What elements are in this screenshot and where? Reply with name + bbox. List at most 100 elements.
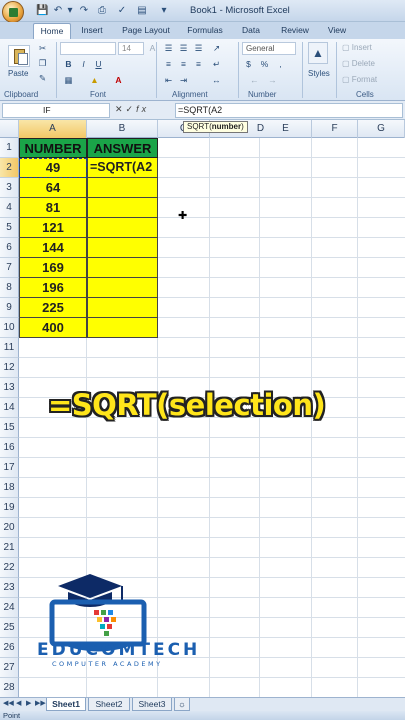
font-size-box[interactable]: 14	[118, 42, 144, 55]
align-right-icon[interactable]: ≡	[192, 58, 205, 70]
align-left-icon[interactable]: ≡	[162, 58, 175, 70]
row-header[interactable]: 1	[0, 138, 19, 158]
insert-cells-button[interactable]: ▢ Insert	[342, 43, 372, 52]
merge-center-icon[interactable]: ↔	[210, 74, 223, 86]
decrease-decimal-icon[interactable]: →	[266, 74, 279, 86]
row-header[interactable]: 4	[0, 198, 19, 218]
row-header[interactable]: 18	[0, 478, 19, 498]
bold-icon[interactable]: B	[62, 58, 75, 70]
next-sheet-icon[interactable]: ▶	[26, 699, 31, 707]
row-header[interactable]: 14	[0, 398, 19, 418]
first-sheet-icon[interactable]: ◀◀	[3, 699, 14, 707]
italic-icon[interactable]: I	[77, 58, 90, 70]
formula-input[interactable]: =SQRT(A2	[175, 103, 403, 118]
spelling-icon[interactable]: ✓	[116, 5, 128, 17]
percent-icon[interactable]: %	[258, 58, 271, 70]
column-header-e[interactable]: E	[260, 120, 312, 138]
insert-sheet-icon[interactable]: ☼	[174, 698, 190, 711]
align-middle-icon[interactable]: ☰	[177, 42, 190, 54]
row-header[interactable]: 28	[0, 678, 19, 698]
row-header[interactable]: 13	[0, 378, 19, 398]
row-header[interactable]: 8	[0, 278, 19, 298]
orientation-icon[interactable]: ↗	[210, 42, 223, 54]
row-header[interactable]: 7	[0, 258, 19, 278]
format-cells-button[interactable]: ▢ Format	[342, 75, 377, 84]
tab-insert[interactable]: Insert	[74, 23, 110, 39]
cancel-icon[interactable]: ✕	[115, 104, 126, 114]
delete-cells-button[interactable]: ▢ Delete	[342, 59, 375, 68]
number-cell[interactable]: 49	[19, 158, 87, 178]
styles-button[interactable]: Styles	[308, 69, 330, 78]
row-header[interactable]: 9	[0, 298, 19, 318]
format-painter-icon[interactable]: ✎	[36, 72, 49, 84]
row-header[interactable]: 19	[0, 498, 19, 518]
row-header[interactable]: 17	[0, 458, 19, 478]
number-cell[interactable]: 121	[19, 218, 87, 238]
row-header[interactable]: 25	[0, 618, 19, 638]
tab-view[interactable]: View	[322, 23, 352, 39]
chart-icon[interactable]: ▤	[136, 5, 148, 17]
tab-formulas[interactable]: Formulas	[182, 23, 228, 39]
decrease-indent-icon[interactable]: ⇤	[162, 74, 175, 86]
cell-b2-editing[interactable]: =SQRT(A2	[87, 158, 158, 178]
save-icon[interactable]: 💾	[36, 5, 48, 17]
paste-button[interactable]: Paste	[8, 69, 28, 78]
borders-icon[interactable]: ▦	[62, 74, 75, 86]
font-name-box[interactable]	[60, 42, 116, 55]
row-header[interactable]: 23	[0, 578, 19, 598]
number-cell[interactable]: 81	[19, 198, 87, 218]
number-cell[interactable]: 169	[19, 258, 87, 278]
number-cell[interactable]: 196	[19, 278, 87, 298]
answer-cell[interactable]	[87, 238, 158, 258]
name-box[interactable]: IF	[2, 103, 110, 118]
align-top-icon[interactable]: ☰	[162, 42, 175, 54]
column-header-g[interactable]: G	[358, 120, 405, 138]
answer-cell[interactable]	[87, 298, 158, 318]
sheet-tab-sheet2[interactable]: Sheet2	[88, 698, 130, 711]
row-header[interactable]: 22	[0, 558, 19, 578]
grow-font-icon[interactable]: A	[146, 42, 159, 54]
undo-icon[interactable]: ↶	[52, 5, 64, 17]
row-header[interactable]: 24	[0, 598, 19, 618]
row-header[interactable]: 15	[0, 418, 19, 438]
align-bottom-icon[interactable]: ☰	[192, 42, 205, 54]
row-header[interactable]: 21	[0, 538, 19, 558]
align-center-icon[interactable]: ≡	[177, 58, 190, 70]
number-cell[interactable]: 400	[19, 318, 87, 338]
enter-icon[interactable]: ✓	[126, 104, 137, 114]
tab-review[interactable]: Review	[276, 23, 314, 39]
fill-color-icon[interactable]: ▲	[88, 74, 101, 86]
increase-decimal-icon[interactable]: ←	[248, 74, 261, 86]
undo-dropdown-icon[interactable]: ▾	[64, 5, 76, 17]
increase-indent-icon[interactable]: ⇥	[177, 74, 190, 86]
tab-page-layout[interactable]: Page Layout	[118, 23, 174, 39]
font-color-icon[interactable]: A	[112, 74, 125, 86]
print-icon[interactable]: ⎙	[96, 5, 108, 17]
comma-style-icon[interactable]: ,	[274, 58, 287, 70]
cell-a1[interactable]: NUMBER	[19, 138, 87, 158]
number-cell[interactable]: 64	[19, 178, 87, 198]
tab-home[interactable]: Home	[33, 23, 71, 39]
sheet-tab-sheet1[interactable]: Sheet1	[46, 698, 86, 711]
answer-cell[interactable]	[87, 318, 158, 338]
number-cell[interactable]: 225	[19, 298, 87, 318]
number-format-box[interactable]: General	[242, 42, 296, 55]
row-header[interactable]: 12	[0, 358, 19, 378]
prev-sheet-icon[interactable]: ◀	[16, 699, 21, 707]
last-sheet-icon[interactable]: ▶▶	[35, 699, 46, 707]
number-cell[interactable]: 144	[19, 238, 87, 258]
copy-icon[interactable]: ❐	[36, 57, 49, 69]
tab-data[interactable]: Data	[236, 23, 266, 39]
row-header[interactable]: 11	[0, 338, 19, 358]
sheet-tab-sheet3[interactable]: Sheet3	[132, 698, 172, 711]
row-header[interactable]: 27	[0, 658, 19, 678]
row-header[interactable]: 16	[0, 438, 19, 458]
answer-cell[interactable]	[87, 218, 158, 238]
cell-b1[interactable]: ANSWER	[87, 138, 158, 158]
row-header[interactable]: 10	[0, 318, 19, 338]
row-header[interactable]: 20	[0, 518, 19, 538]
row-header[interactable]: 3	[0, 178, 19, 198]
underline-icon[interactable]: U	[92, 58, 105, 70]
currency-icon[interactable]: $	[242, 58, 255, 70]
answer-cell[interactable]	[87, 278, 158, 298]
